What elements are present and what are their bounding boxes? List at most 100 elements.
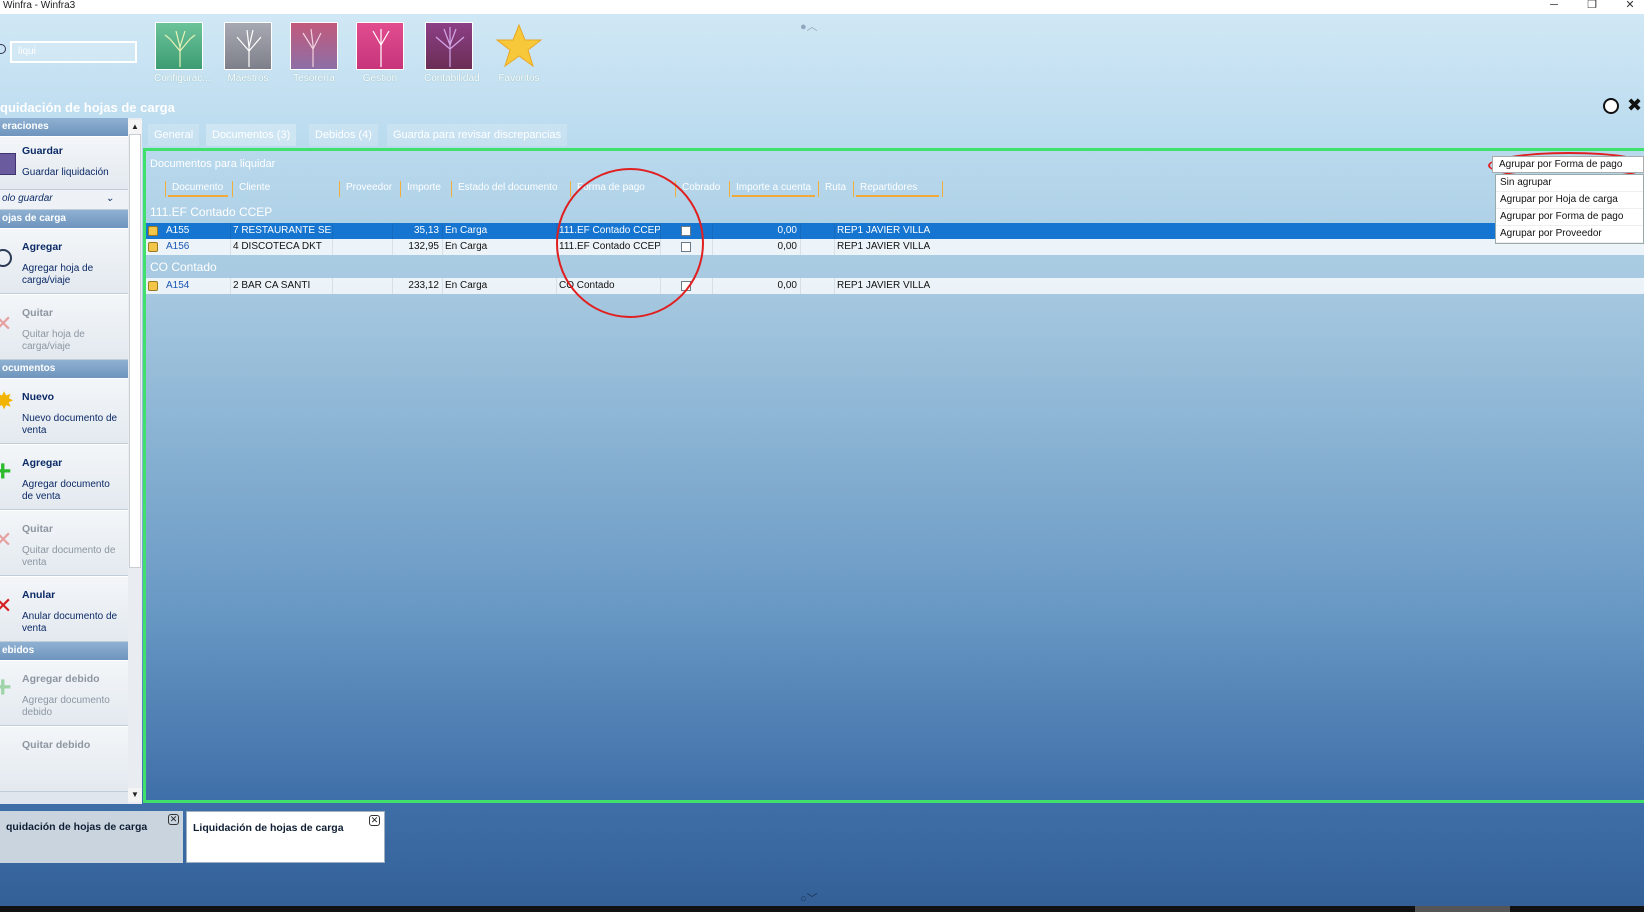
agregar-doc-button[interactable]: + Agregar Agregar documento de venta <box>0 444 128 510</box>
left-panel-scrollbar[interactable]: ▲ ▼ <box>128 118 142 804</box>
col-estado[interactable]: Estado del documento <box>451 181 569 197</box>
lock-icon <box>148 281 158 291</box>
nuevo-doc-title: Nuevo <box>22 391 55 403</box>
scroll-down-icon[interactable]: ▼ <box>128 788 142 802</box>
solo-guardar-value: olo guardar <box>2 193 53 204</box>
col-label: Ruta <box>825 182 847 193</box>
quitar-hoja-button[interactable]: ✕ Quitar Quitar hoja de carga/viaje <box>0 294 128 360</box>
cell-documento: A156 <box>166 241 190 252</box>
bottom-tab-label: Liquidación de hojas de carga <box>193 822 344 834</box>
chevron-down-icon: ⌄ <box>105 193 114 204</box>
scroll-thumb[interactable] <box>129 134 141 568</box>
col-label: Repartidores <box>860 182 918 193</box>
lock-icon <box>148 226 158 236</box>
module-label: Tesorería <box>293 73 335 84</box>
tab-discrepancias[interactable]: Guarda para revisar discrepancias <box>387 124 568 146</box>
cell-proveedor <box>332 278 392 294</box>
status-segment <box>1415 906 1510 912</box>
col-importe[interactable]: Importe <box>400 181 450 197</box>
minimize-button[interactable]: ─ <box>1546 0 1562 13</box>
option-sin-agrupar[interactable]: Sin agrupar <box>1496 175 1643 192</box>
module-label: Gestión <box>362 73 398 84</box>
bottom-tab-label: quidación de hojas de carga <box>6 821 148 833</box>
x-icon: ✕ <box>0 311 13 336</box>
grid-title: Documentos para liquidar <box>150 158 276 170</box>
agregar-debido-button[interactable]: + Agregar debido Agregar documento debid… <box>0 660 128 726</box>
anular-doc-button[interactable]: ✕ Anular Anular documento de venta <box>0 576 128 642</box>
solo-guardar-select[interactable]: olo guardar ⌄ <box>0 190 128 210</box>
cell-importe: 132,95 <box>392 239 442 255</box>
collapse-ribbon-down-icon[interactable]: ○﹀ <box>800 890 818 906</box>
search-input[interactable]: liqui <box>10 41 137 63</box>
guardar-desc: Guardar liquidación <box>22 167 109 178</box>
module-maestros[interactable]: Maestros <box>223 22 273 84</box>
nuevo-doc-button[interactable]: ✸ Nuevo Nuevo documento de venta <box>0 378 128 444</box>
close-tab-icon[interactable]: ✕ <box>168 814 179 825</box>
col-label: Proveedor <box>346 182 393 193</box>
module-tesoreria[interactable]: Tesorería <box>289 22 339 84</box>
quitar-doc-button[interactable]: ✕ Quitar Quitar documento de venta <box>0 510 128 576</box>
option-proveedor[interactable]: Agrupar por Proveedor <box>1496 226 1643 243</box>
quitar-doc-desc: Quitar documento de venta <box>22 545 116 568</box>
agregar-debido-title: Agregar debido <box>22 673 100 685</box>
bottom-tab-2[interactable]: Liquidación de hojas de carga ✕ <box>186 811 385 863</box>
close-window-button[interactable]: ✕ <box>1622 0 1638 13</box>
circle-icon[interactable] <box>1603 98 1619 114</box>
cell-importe: 233,12 <box>392 278 442 294</box>
tab-documentos[interactable]: Documentos (3) <box>206 124 297 146</box>
close-document-icon[interactable]: ✖ <box>1627 96 1642 114</box>
section-debidos: ebidos <box>0 642 128 660</box>
cell-importe: 35,13 <box>392 223 442 239</box>
bottom-tab-1[interactable]: quidación de hojas de carga ✕ <box>0 811 183 863</box>
documents-grid-panel: Documentos para liquidar Documento Clien… <box>143 148 1644 803</box>
col-underline <box>166 181 230 197</box>
col-cliente[interactable]: Cliente <box>232 181 338 197</box>
col-repartidores[interactable]: Repartidores <box>853 181 941 197</box>
col-ruta[interactable]: Ruta <box>818 181 852 197</box>
anular-doc-desc: Anular documento de venta <box>22 611 118 634</box>
table-row[interactable]: A154 2 BAR CA SANTI 233,12 En Carga CO C… <box>146 278 1644 294</box>
module-label: Contabilidad <box>424 73 480 84</box>
quitar-debido-button[interactable]: Quitar debido <box>0 726 128 792</box>
cell-proveedor <box>332 239 392 255</box>
col-proveedor[interactable]: Proveedor <box>339 181 399 197</box>
plus-icon: + <box>0 671 12 704</box>
scroll-up-icon[interactable]: ▲ <box>128 120 142 134</box>
window-title: Winfra - Winfra3 <box>3 0 76 11</box>
module-label: Configurac... <box>154 73 211 84</box>
tree-green-icon <box>155 22 203 70</box>
x-icon: ✕ <box>0 593 13 618</box>
tab-debidos[interactable]: Debidos (4) <box>309 124 378 146</box>
close-tab-icon[interactable]: ✕ <box>369 815 380 826</box>
guardar-button[interactable]: Guardar Guardar liquidación <box>0 136 128 190</box>
cell-proveedor <box>332 223 392 239</box>
module-configuracion[interactable]: Configurac... <box>154 22 211 84</box>
module-contabilidad[interactable]: Contabilidad <box>424 22 480 84</box>
quitar-debido-title: Quitar debido <box>22 739 91 751</box>
grouping-options-list: Sin agrupar Agrupar por Hoja de carga Ag… <box>1495 174 1644 244</box>
quitar-hoja-title: Quitar <box>22 307 53 319</box>
guardar-title: Guardar <box>22 145 63 157</box>
module-gestion[interactable]: Gestión <box>355 22 405 84</box>
table-row[interactable]: A156 4 DISCOTECA DKT 132,95 En Carga 111… <box>146 239 1644 255</box>
actions-panel: eraciones Guardar Guardar liquidación ol… <box>0 118 128 804</box>
tree-pink-icon <box>356 22 404 70</box>
title-bar: Winfra - Winfra3 ─ ❐ ✕ <box>0 0 1644 14</box>
tree-red-icon <box>290 22 338 70</box>
col-label: Importe <box>407 182 441 193</box>
option-forma-de-pago[interactable]: Agrupar por Forma de pago <box>1496 209 1643 226</box>
module-favoritos[interactable]: Favoritos <box>494 22 544 84</box>
cell-cliente: 4 DISCOTECA DKT <box>230 239 332 255</box>
option-hoja-de-carga[interactable]: Agrupar por Hoja de carga <box>1496 192 1643 209</box>
group-header[interactable]: 111.EF Contado CCEP <box>150 205 272 219</box>
save-icon <box>0 153 16 175</box>
cell-repartidores: REP1 JAVIER VILLA <box>834 239 934 255</box>
restore-button[interactable]: ❐ <box>1584 0 1600 13</box>
table-row[interactable]: A155 7 RESTAURANTE SEFU 35,13 En Carga 1… <box>146 223 1644 239</box>
collapse-ribbon-up-icon[interactable]: ●︿ <box>800 18 818 34</box>
tab-general[interactable]: General <box>148 124 200 146</box>
grouping-select[interactable]: Agrupar por Forma de pago <box>1492 156 1644 173</box>
group-header[interactable]: CO Contado <box>150 260 217 274</box>
agregar-hoja-button[interactable]: Agregar Agregar hoja de carga/viaje <box>0 228 128 294</box>
col-importe-cuenta[interactable]: Importe a cuenta <box>729 181 817 197</box>
